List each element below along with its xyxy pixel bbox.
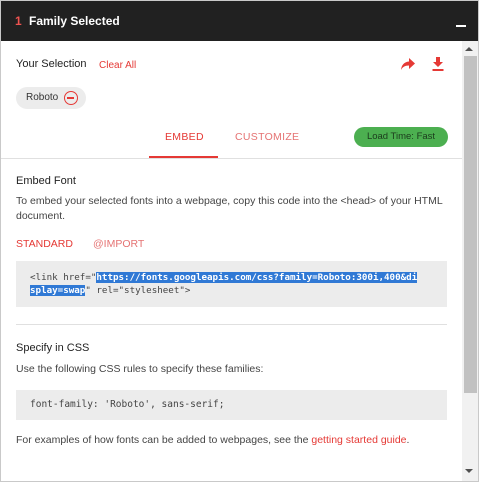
clear-all-link[interactable]: Clear All xyxy=(99,60,136,71)
specify-css-title: Specify in CSS xyxy=(16,342,90,354)
chip-label: Roboto xyxy=(26,92,59,103)
family-drawer: 1 Family Selected Your Selection Clear A… xyxy=(0,0,479,482)
footer-text: For examples of how fonts can be added t… xyxy=(16,434,312,446)
divider xyxy=(1,158,462,159)
scrollbar-thumb[interactable] xyxy=(464,56,477,393)
tab-standard[interactable]: STANDARD xyxy=(16,238,73,250)
tab-embed[interactable]: EMBED xyxy=(165,131,204,143)
code-prefix: <link href=" xyxy=(30,272,97,283)
embed-font-description: To embed your selected fonts into a webp… xyxy=(16,195,443,222)
selected-count: 1 xyxy=(15,14,22,28)
your-selection-label: Your Selection xyxy=(16,58,87,70)
code-url-selected: https://fonts.googleapis.com/css?family=… xyxy=(96,272,418,283)
drawer-title: Family Selected xyxy=(29,14,120,28)
tab-import[interactable]: @IMPORT xyxy=(93,238,144,250)
css-code-box[interactable]: font-family: 'Roboto', sans-serif; xyxy=(16,390,447,420)
footer-period: . xyxy=(406,434,410,446)
tab-customize[interactable]: CUSTOMIZE xyxy=(235,131,299,143)
footer-note: For examples of how fonts can be added t… xyxy=(16,434,409,446)
embed-code-box[interactable]: <link href="https://fonts.googleapis.com… xyxy=(16,261,447,307)
embed-font-title: Embed Font xyxy=(16,175,76,187)
code-line-1[interactable]: <link href="https://fonts.googleapis.com… xyxy=(30,272,418,283)
font-chip-roboto: Roboto xyxy=(16,87,86,109)
code-suffix: " rel="stylesheet"> xyxy=(85,285,191,296)
download-icon[interactable] xyxy=(432,57,444,72)
getting-started-link[interactable]: getting started guide xyxy=(311,434,406,446)
code-url-selected-continued: splay=swap xyxy=(30,285,86,296)
minimize-icon[interactable] xyxy=(456,25,466,27)
drawer-header[interactable]: 1 Family Selected xyxy=(1,1,478,41)
load-time-badge: Load Time: Fast xyxy=(354,127,448,147)
css-code[interactable]: font-family: 'Roboto', sans-serif; xyxy=(30,399,224,410)
scroll-down-arrow-icon[interactable] xyxy=(465,469,473,473)
divider xyxy=(16,324,447,325)
scroll-up-arrow-icon[interactable] xyxy=(465,47,473,51)
remove-circle-icon[interactable] xyxy=(64,91,78,105)
specify-css-description: Use the following CSS rules to specify t… xyxy=(16,363,264,375)
share-icon[interactable] xyxy=(400,57,416,71)
code-line-2[interactable]: splay=swap" rel="stylesheet"> xyxy=(30,285,190,296)
